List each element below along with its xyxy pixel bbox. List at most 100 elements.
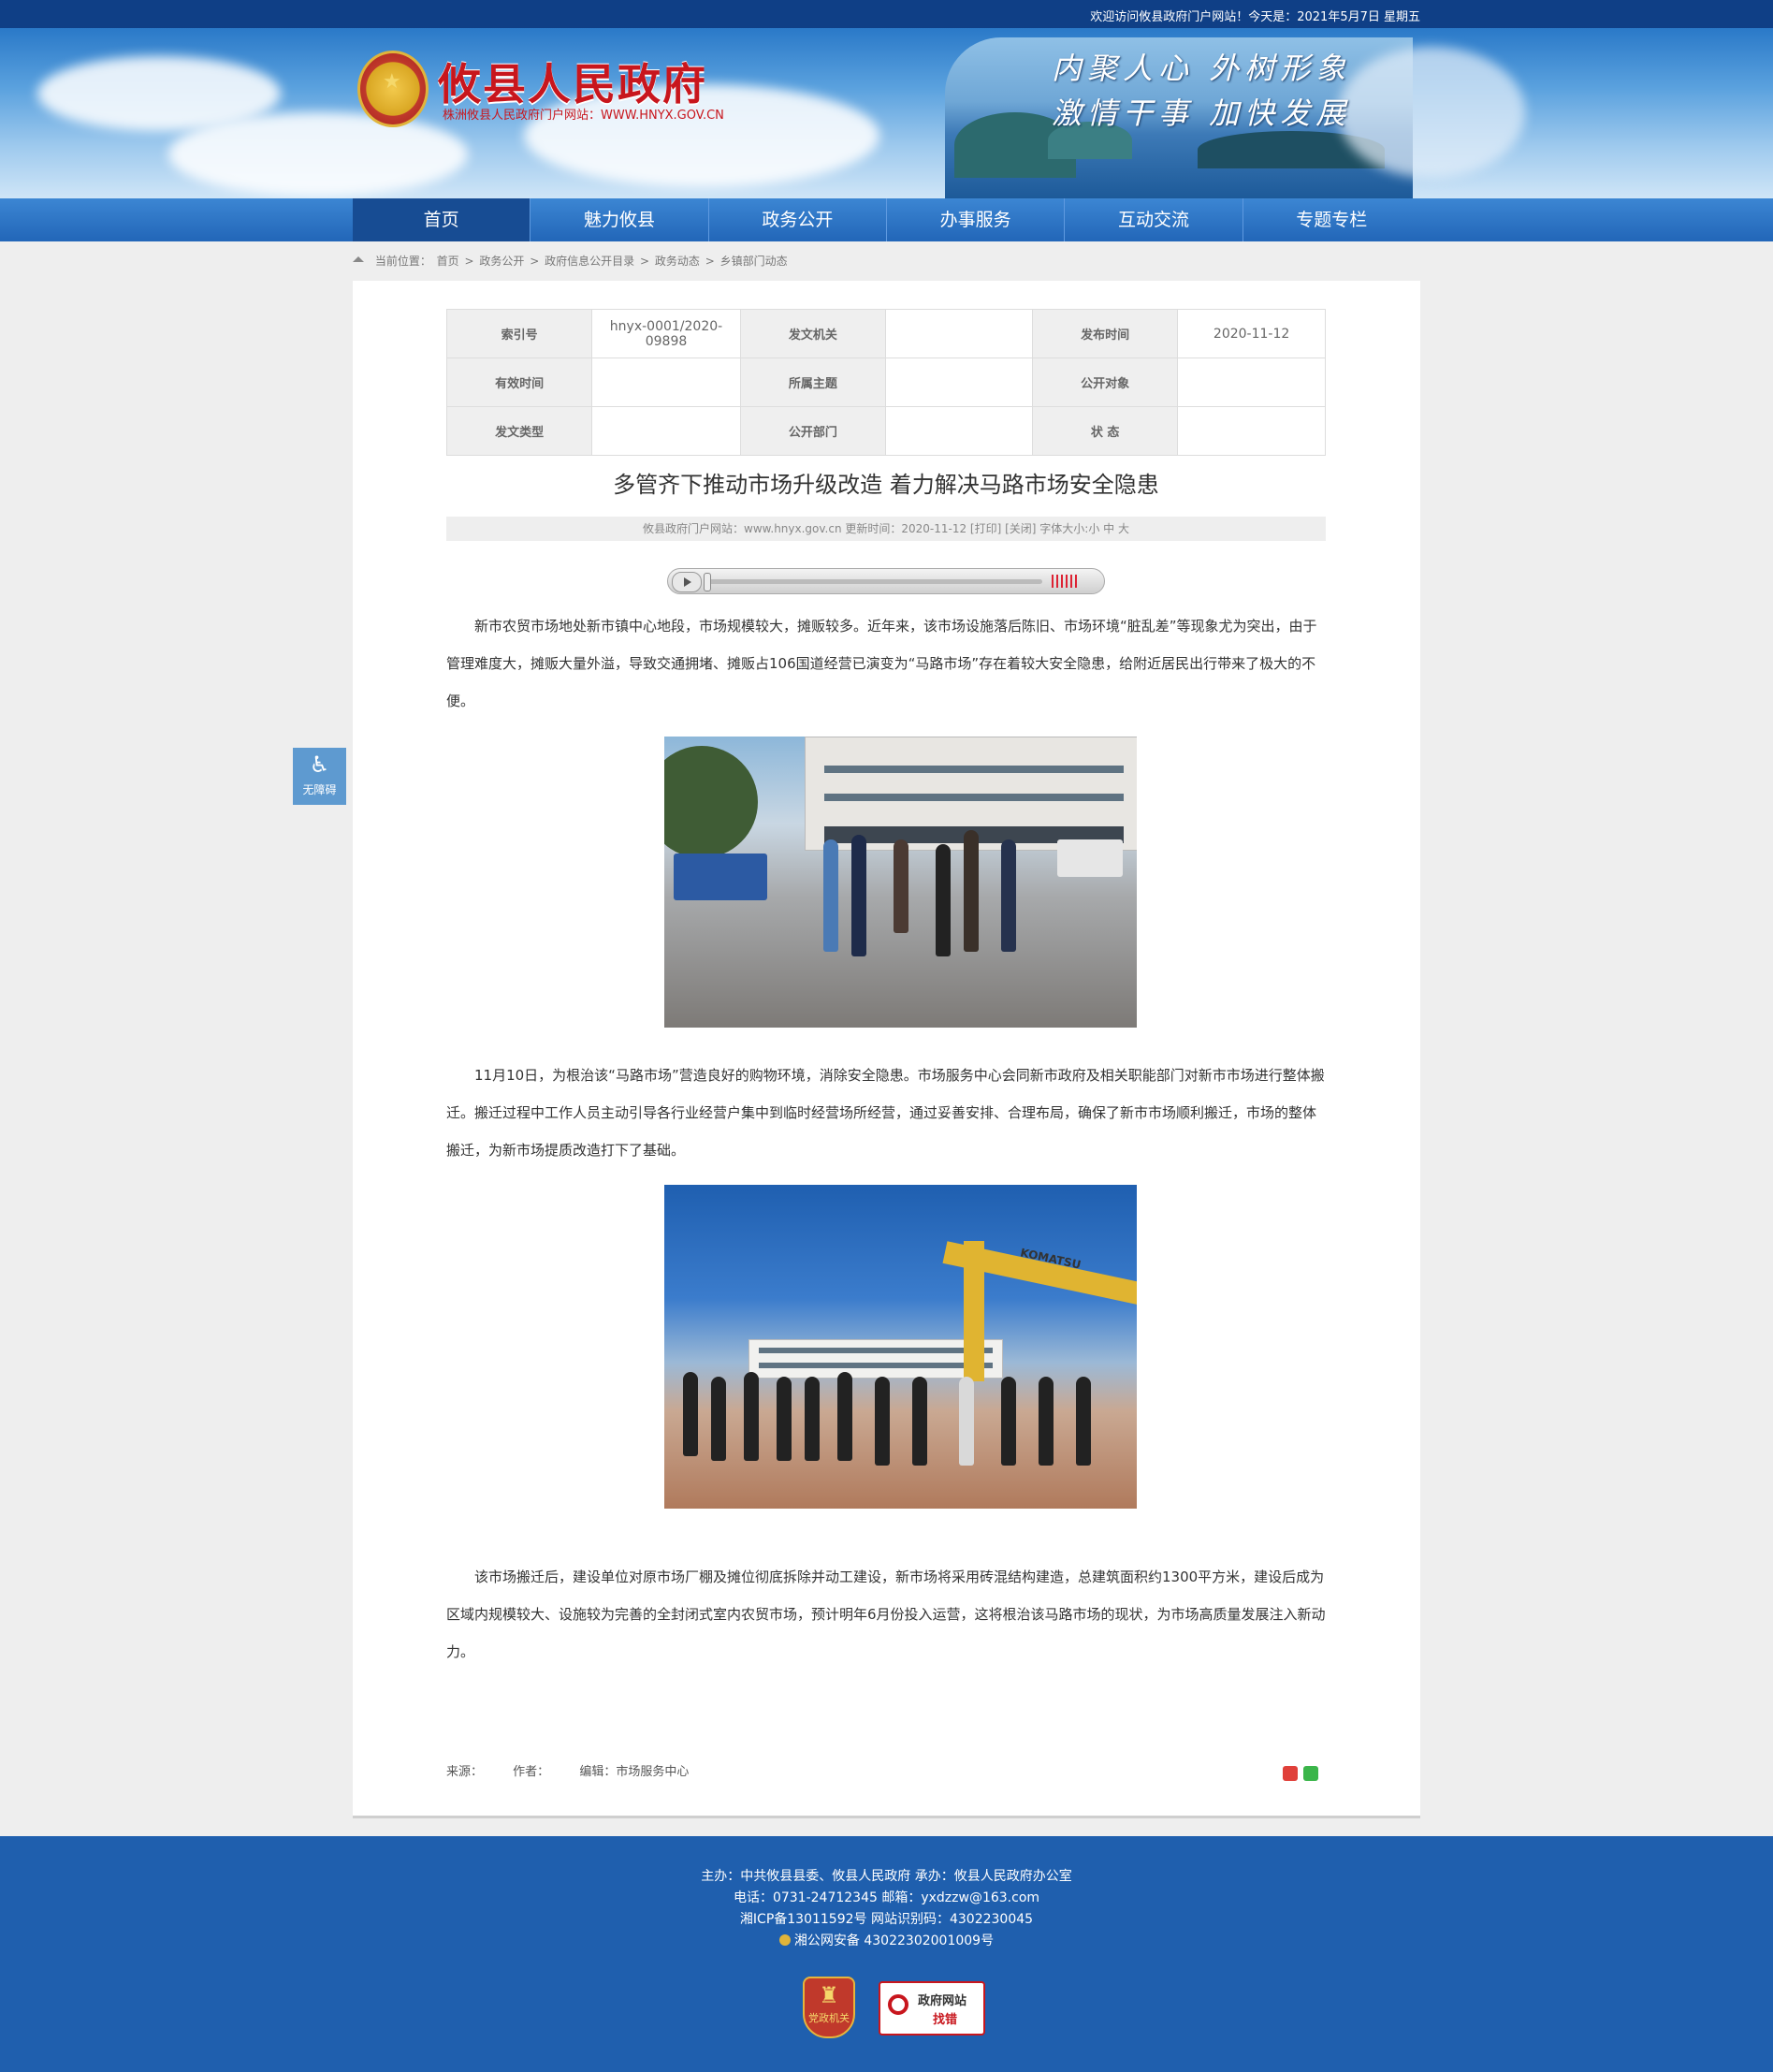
person-figure xyxy=(851,835,866,956)
article-photo-market-street xyxy=(664,737,1137,1028)
breadcrumb-prefix: 当前位置： xyxy=(374,255,431,268)
article-paragraph: 11月10日，为根治该“马路市场”营造良好的购物环境，消除安全隐患。市场服务中心… xyxy=(446,1067,1325,1159)
site-url-subtitle: 株洲攸县人民政府门户网站：WWW.HNYX.GOV.CN xyxy=(443,109,724,123)
article-photo-construction-site: KOMATSU xyxy=(664,1185,1137,1509)
home-icon xyxy=(353,256,364,262)
breadcrumb-separator: > xyxy=(530,255,540,268)
person-figure xyxy=(1039,1377,1054,1466)
meta-label-topic: 所属主题 xyxy=(739,357,887,407)
breadcrumb-link[interactable]: 政府信息公开目录 xyxy=(545,255,634,268)
van-shape xyxy=(1057,839,1123,877)
tree-shape xyxy=(664,746,758,858)
nav-item-services[interactable]: 办事服务 xyxy=(887,198,1066,241)
meta-value-valid xyxy=(591,357,741,407)
person-figure xyxy=(1076,1377,1091,1466)
slogan-line-2: 激情干事 加快发展 xyxy=(1052,95,1352,131)
breadcrumb-separator: > xyxy=(705,255,715,268)
wechat-share-icon[interactable] xyxy=(1303,1766,1318,1781)
site-title[interactable]: 攸县人民政府 xyxy=(438,51,707,112)
meta-value-index: hnyx-0001/2020-09898 xyxy=(591,309,741,358)
person-figure xyxy=(823,839,838,952)
badge-find-line1: 政府网站 xyxy=(918,1994,967,2008)
nav-item-special-topics[interactable]: 专题专栏 xyxy=(1243,198,1420,241)
meta-label-type: 发文类型 xyxy=(445,406,593,456)
window-row xyxy=(824,794,1124,801)
person-figure xyxy=(912,1377,927,1466)
breadcrumb-separator: > xyxy=(464,255,474,268)
person-figure xyxy=(744,1372,759,1461)
person-figure xyxy=(777,1377,792,1461)
person-figure xyxy=(837,1372,852,1461)
article-container: 索引号 hnyx-0001/2020-09898 发文机关 发布时间 2020-… xyxy=(353,281,1420,1818)
article-footer-meta: 来源： 作者： 编辑：市场服务中心 xyxy=(446,1761,715,1779)
window-row xyxy=(824,766,1124,773)
footer-police-record[interactable]: 湘公网安备 43022302001009号 xyxy=(0,1931,1773,1952)
meta-value-dept xyxy=(885,406,1033,456)
volume-icon[interactable] xyxy=(1052,575,1078,588)
breadcrumb-link[interactable]: 乡镇部门动态 xyxy=(720,255,788,268)
police-record-text: 湘公网安备 43022302001009号 xyxy=(793,1933,995,1948)
meta-label-audience: 公开对象 xyxy=(1031,357,1179,407)
excavator-bucket-arm xyxy=(964,1241,984,1381)
person-figure xyxy=(964,830,979,952)
person-figure xyxy=(711,1377,726,1461)
party-badge-emblem-icon: ♜ xyxy=(819,1982,839,2008)
cloud-decoration xyxy=(168,112,468,197)
nav-item-interaction[interactable]: 互动交流 xyxy=(1065,198,1243,241)
meta-value-issuer xyxy=(885,309,1033,358)
window-row xyxy=(759,1348,993,1353)
footer-icp[interactable]: 湘ICP备13011592号 网站识别码：4302230045 xyxy=(0,1909,1773,1931)
footer-sponsor: 主办：中共攸县县委、攸县人民政府 承办：攸县人民政府办公室 xyxy=(701,1869,1072,1884)
meta-value-status xyxy=(1177,406,1326,456)
nav-item-gov-affairs[interactable]: 政务公开 xyxy=(709,198,887,241)
breadcrumb-link[interactable]: 政务公开 xyxy=(479,255,524,268)
article-paragraph: 该市场搬迁后，建设单位对原市场厂棚及摊位彻底拆除并动工建设，新市场将采用砖混结构… xyxy=(446,1569,1326,1660)
article-paragraph: 新市农贸市场地处新市镇中心地段，市场规模较大，摊贩较多。近年来，该市场设施落后陈… xyxy=(446,618,1317,709)
party-badge-label: 党政机关 xyxy=(808,2012,850,2024)
wheelchair-icon: ♿ xyxy=(309,751,330,778)
source-label: 来源： xyxy=(446,1765,484,1779)
meta-value-audience xyxy=(1177,357,1326,407)
person-figure xyxy=(683,1372,698,1456)
meta-label-dept: 公开部门 xyxy=(739,406,887,456)
truck-shape xyxy=(674,854,767,900)
party-gov-badge[interactable]: ♜ 党政机关 xyxy=(803,1977,855,2038)
person-figure xyxy=(875,1377,890,1466)
meta-label-issuer: 发文机关 xyxy=(739,309,887,358)
editor-label: 编辑：市场服务中心 xyxy=(579,1765,690,1779)
weibo-share-icon[interactable] xyxy=(1283,1766,1298,1781)
nav-item-home[interactable]: 首页 xyxy=(353,198,531,241)
accessibility-button[interactable]: ♿ 无障碍 xyxy=(293,748,346,805)
author-label: 作者： xyxy=(513,1765,550,1779)
meta-label-index: 索引号 xyxy=(445,309,593,358)
meta-value-date: 2020-11-12 xyxy=(1177,309,1326,358)
breadcrumb-separator: > xyxy=(639,255,650,268)
meta-label-valid: 有效时间 xyxy=(445,357,593,407)
window-row xyxy=(759,1363,993,1368)
national-emblem-logo: ★ xyxy=(357,51,429,127)
breadcrumb-link[interactable]: 政务动态 xyxy=(655,255,700,268)
breadcrumb-link[interactable]: 首页 xyxy=(437,255,459,268)
document-meta-table: 索引号 hnyx-0001/2020-09898 发文机关 发布时间 2020-… xyxy=(445,309,1326,456)
police-badge-icon xyxy=(778,1934,791,1946)
welcome-text: 欢迎访问攸县政府门户网站！今天是：2021年5月7日 星期五 xyxy=(1090,10,1420,24)
audio-progress-track[interactable] xyxy=(705,579,1042,584)
person-figure xyxy=(894,839,908,933)
person-figure xyxy=(936,844,951,956)
play-button[interactable] xyxy=(672,572,702,592)
gov-website-error-report-badge[interactable]: 政府网站 找错 xyxy=(879,1981,985,2036)
slogan-line-1: 内聚人心 外树形象 xyxy=(1052,51,1352,86)
main-nav-bar: 首页 魅力攸县 政务公开 办事服务 互动交流 专题专栏 xyxy=(0,198,1773,241)
person-figure xyxy=(959,1377,974,1466)
magnifier-icon xyxy=(888,1994,908,2015)
breadcrumb: 当前位置： 首页 > 政务公开 > 政府信息公开目录 > 政务动态 > 乡镇部门… xyxy=(353,253,790,269)
nav-item-charm-youxian[interactable]: 魅力攸县 xyxy=(530,198,709,241)
header-banner xyxy=(0,28,1773,198)
top-bar: 欢迎访问攸县政府门户网站！今天是：2021年5月7日 星期五 xyxy=(0,0,1773,28)
meta-label-status: 状 态 xyxy=(1031,406,1179,456)
audio-player[interactable] xyxy=(667,568,1105,594)
meta-label-date: 发布时间 xyxy=(1031,309,1179,358)
site-footer: 主办：中共攸县县委、攸县人民政府 承办：攸县人民政府办公室 电话：0731-24… xyxy=(0,1836,1773,2072)
audio-progress-handle[interactable] xyxy=(704,573,711,591)
person-figure xyxy=(1001,839,1016,952)
